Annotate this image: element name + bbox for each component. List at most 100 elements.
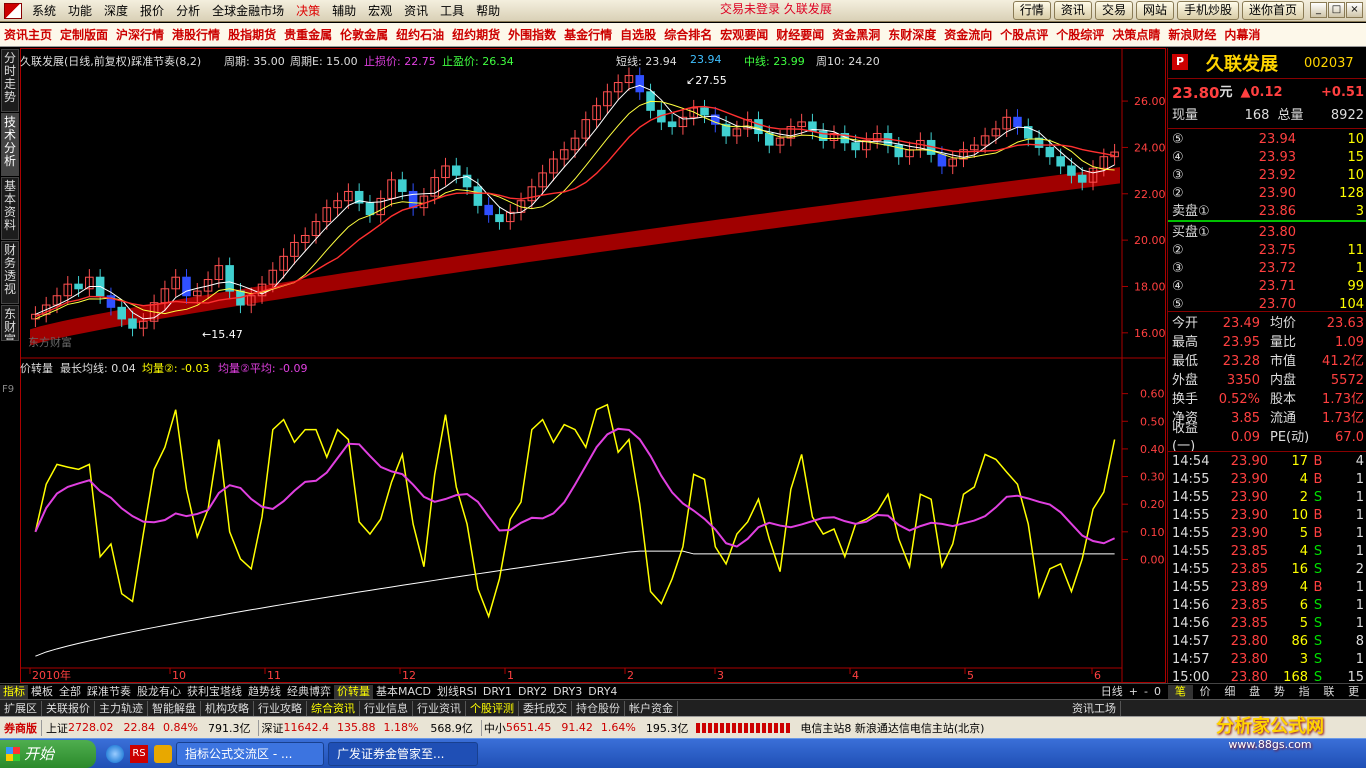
quick-link-5[interactable]: 贵重金属	[280, 26, 336, 43]
quick-link-22[interactable]: 内幕消	[1220, 26, 1264, 43]
quote-tab-0[interactable]: 笔	[1168, 684, 1193, 699]
quote-tab-7[interactable]: 更	[1341, 685, 1366, 699]
ext-tab-12[interactable]: 帐户资金	[625, 700, 678, 716]
rs-app-icon[interactable]: RS	[130, 744, 148, 763]
ext-info-workshop[interactable]: 资讯工场	[1068, 700, 1121, 716]
indicator-tab-9[interactable]: 基本MACD	[373, 685, 434, 699]
quick-link-17[interactable]: 资金流向	[940, 26, 996, 43]
quick-link-18[interactable]: 个股点评	[996, 26, 1052, 43]
quote-tab-5[interactable]: 指	[1292, 685, 1317, 699]
menu-help[interactable]: 帮助	[470, 0, 506, 22]
quick-link-19[interactable]: 个股综评	[1052, 26, 1108, 43]
indicator-tab-10[interactable]: 划线RSI	[434, 685, 480, 699]
menu-depth[interactable]: 深度	[98, 0, 134, 22]
server-info: 电信主站8 新浪通达信电信主站(北京)	[800, 721, 985, 735]
ext-tab-1[interactable]: 关联报价	[42, 700, 95, 716]
menu-global-market[interactable]: 全球金融市场	[206, 0, 290, 22]
btn-news[interactable]: 资讯	[1053, 1, 1092, 20]
quick-link-1[interactable]: 定制版面	[56, 26, 112, 43]
task-broker[interactable]: 广发证券金管家至...	[328, 741, 478, 766]
menu-tools[interactable]: 工具	[434, 0, 470, 22]
indicator-tab-3[interactable]: 踩准节奏	[84, 685, 134, 699]
quick-link-3[interactable]: 港股行情	[168, 26, 224, 43]
app-icon[interactable]	[154, 744, 172, 763]
quick-link-16[interactable]: 东财深度	[884, 26, 940, 43]
btn-mobile[interactable]: 手机炒股	[1176, 1, 1239, 20]
menu-macro[interactable]: 宏观	[362, 0, 398, 22]
tab-technical[interactable]: 技术分析	[1, 113, 19, 176]
quote-tab-3[interactable]: 盘	[1242, 685, 1267, 699]
indicator-tab-12[interactable]: DRY2	[515, 685, 550, 699]
btn-quotes[interactable]: 行情	[1012, 1, 1051, 20]
ext-tab-10[interactable]: 委托成交	[519, 700, 572, 716]
menu-assist[interactable]: 辅助	[326, 0, 362, 22]
indicator-tab-0[interactable]: 指标	[0, 684, 28, 699]
indicator-tab-11[interactable]: DRY1	[480, 685, 515, 699]
ext-tab-11[interactable]: 持仓股份	[572, 700, 625, 716]
ext-tab-2[interactable]: 主力轨迹	[95, 700, 148, 716]
tab-basic-info[interactable]: 基本资料	[1, 177, 19, 240]
task-forum[interactable]: 指标公式交流区 - ...	[176, 741, 324, 766]
ext-tab-5[interactable]: 行业攻略	[254, 700, 307, 716]
menu-quote[interactable]: 报价	[134, 0, 170, 22]
menu-system[interactable]: 系统	[26, 0, 62, 22]
minimize-icon[interactable]: _	[1310, 2, 1327, 18]
zoom-reset-button[interactable]: 0	[1151, 685, 1164, 699]
btn-trade[interactable]: 交易	[1094, 1, 1133, 20]
quick-link-2[interactable]: 沪深行情	[112, 26, 168, 43]
maximize-icon[interactable]: □	[1328, 2, 1345, 18]
indicator-tab-2[interactable]: 全部	[56, 685, 84, 699]
quote-tab-2[interactable]: 细	[1218, 685, 1243, 699]
start-button[interactable]: 开始	[0, 739, 96, 768]
menu-decision[interactable]: 决策	[290, 0, 326, 22]
indicator-tab-1[interactable]: 模板	[28, 685, 56, 699]
quick-link-13[interactable]: 宏观要闻	[716, 26, 772, 43]
ext-tab-7[interactable]: 行业信息	[360, 700, 413, 716]
indicator-tab-4[interactable]: 股龙有心	[134, 685, 184, 699]
menu-news[interactable]: 资讯	[398, 0, 434, 22]
quick-link-20[interactable]: 决策点睛	[1108, 26, 1164, 43]
menu-analysis[interactable]: 分析	[170, 0, 206, 22]
ext-tab-0[interactable]: 扩展区	[0, 700, 42, 716]
zoom-out-button[interactable]: -	[1141, 685, 1151, 699]
ext-tab-3[interactable]: 智能解盘	[148, 700, 201, 716]
quick-link-14[interactable]: 财经要闻	[772, 26, 828, 43]
quick-link-4[interactable]: 股指期货	[224, 26, 280, 43]
ie-icon[interactable]	[106, 744, 124, 763]
close-icon[interactable]: ×	[1346, 2, 1363, 18]
quick-link-15[interactable]: 资金黑洞	[828, 26, 884, 43]
tab-intraday[interactable]: 分时走势	[1, 49, 19, 112]
quote-tab-4[interactable]: 势	[1267, 685, 1292, 699]
quote-tab-1[interactable]: 价	[1193, 685, 1218, 699]
indicator-tab-14[interactable]: DRY4	[585, 685, 620, 699]
quick-link-6[interactable]: 伦敦金属	[336, 26, 392, 43]
menu-function[interactable]: 功能	[62, 0, 98, 22]
indicator-tab-6[interactable]: 趋势线	[245, 685, 284, 699]
indicator-tab-13[interactable]: DRY3	[550, 685, 585, 699]
quick-link-11[interactable]: 自选股	[616, 26, 660, 43]
ext-tab-6[interactable]: 综合资讯	[307, 700, 360, 716]
quick-link-10[interactable]: 基金行情	[560, 26, 616, 43]
quick-link-8[interactable]: 纽约期货	[448, 26, 504, 43]
btn-mini-home[interactable]: 迷你首页	[1241, 1, 1304, 20]
tab-finance[interactable]: 财务透视	[1, 241, 19, 304]
ask-volume: 128	[1339, 186, 1364, 201]
indicator-tab-5[interactable]: 获利宝塔线	[184, 685, 245, 699]
tab-eastmoney[interactable]: 东财富	[1, 305, 19, 341]
ext-tab-4[interactable]: 机构攻略	[201, 700, 254, 716]
extension-bar: 扩展区 关联报价 主力轨迹 智能解盘 机构攻略 行业攻略 综合资讯 行业信息 行业资讯 个股评测委…	[0, 699, 1366, 716]
zoom-in-button[interactable]: +	[1126, 685, 1141, 699]
quick-link-21[interactable]: 新浪财经	[1164, 26, 1220, 43]
daily-label[interactable]: 日线	[1098, 685, 1126, 699]
quick-link-0[interactable]: 资讯主页	[0, 26, 56, 43]
indicator-tab-7[interactable]: 经典博弈	[284, 685, 334, 699]
quick-link-12[interactable]: 综合排名	[660, 26, 716, 43]
quick-link-9[interactable]: 外围指数	[504, 26, 560, 43]
ext-tab-9[interactable]: 个股评测	[466, 700, 519, 716]
indicator-tab-8[interactable]: 价转量	[334, 684, 373, 699]
ext-tab-8[interactable]: 行业资讯	[413, 700, 466, 716]
quote-tab-6[interactable]: 联	[1317, 685, 1342, 699]
quick-link-7[interactable]: 纽约石油	[392, 26, 448, 43]
chart-area[interactable]: 16.00 18.00 20.00 22.00 24.00 26.00 2010年 10 11 1…	[20, 48, 1166, 683]
btn-website[interactable]: 网站	[1135, 1, 1174, 20]
